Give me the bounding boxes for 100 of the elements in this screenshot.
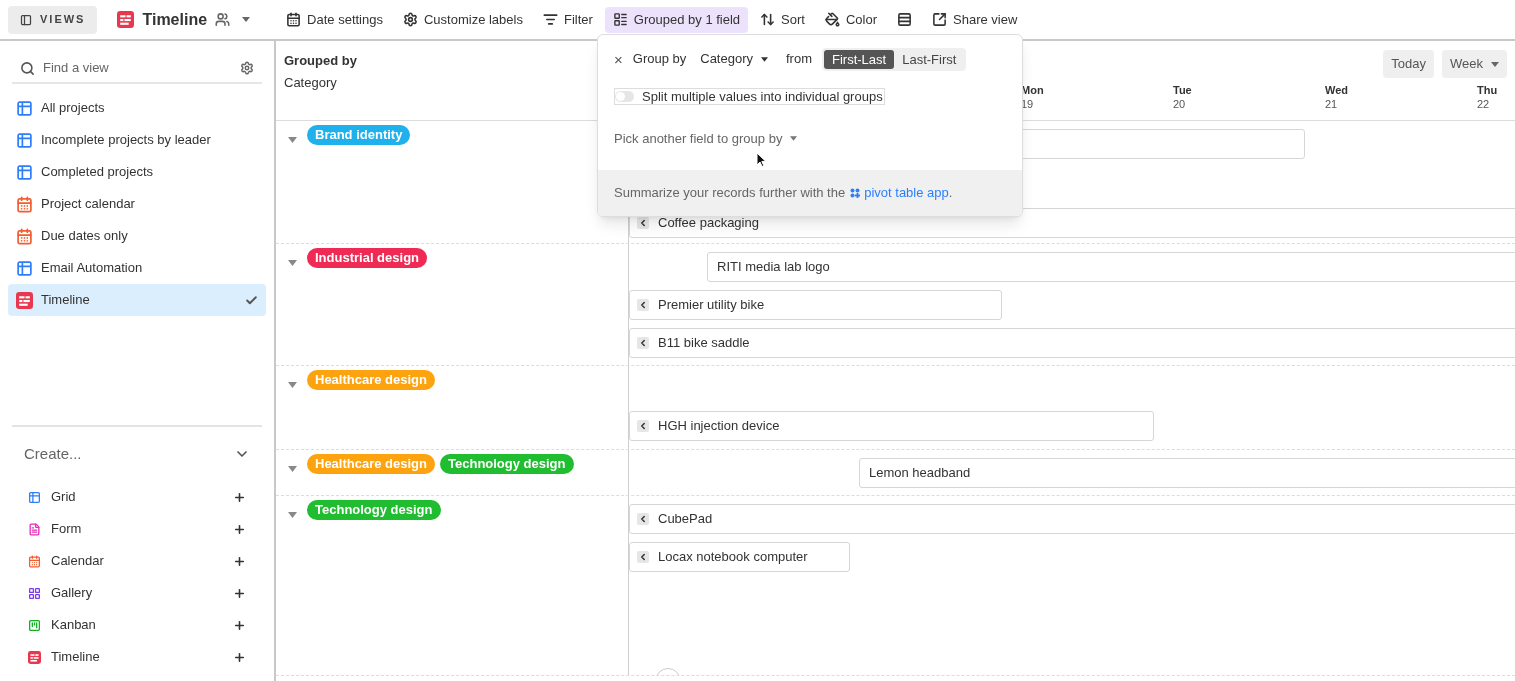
calendar-icon (16, 227, 33, 245)
day-name: Thu (1477, 83, 1498, 97)
field-dropdown[interactable]: Category (696, 49, 772, 69)
create-view-item[interactable]: Form (12, 513, 262, 545)
view-item[interactable]: All projects (8, 92, 266, 124)
order-option[interactable]: Last-First (894, 49, 965, 69)
plus-icon (233, 554, 246, 568)
category-tag: Healthcare design (307, 454, 435, 474)
from-label: from (786, 50, 812, 69)
timeline-icon (16, 291, 33, 309)
grid-icon (28, 490, 41, 504)
record-name: Coffee packaging (658, 214, 759, 233)
caret-icon (242, 17, 251, 22)
record-bar[interactable]: Locax notebook computer (629, 542, 850, 572)
order-option[interactable]: First-Last (824, 49, 895, 69)
toolbar-button[interactable]: Date settings (278, 6, 391, 33)
record-name: RITI media lab logo (716, 258, 830, 277)
close-button[interactable]: × (614, 51, 623, 67)
gallery-icon (28, 586, 41, 600)
view-item[interactable]: Incomplete projects by leader (8, 124, 266, 156)
view-item[interactable]: Timeline (8, 284, 266, 316)
filter-icon (542, 12, 558, 27)
collapse-caret-icon[interactable] (288, 512, 297, 518)
record-name: B11 bike saddle (658, 334, 750, 353)
day-date: 20 (1173, 97, 1186, 111)
gear-icon (402, 12, 418, 27)
toggle-switch[interactable] (615, 91, 634, 102)
collapse-caret-icon[interactable] (288, 260, 297, 266)
create-view-item[interactable]: Kanban (12, 609, 262, 641)
record-name: Locax notebook computer (658, 548, 808, 567)
check-icon (245, 293, 258, 307)
grid-icon (16, 131, 33, 149)
category-tag: Technology design (307, 500, 441, 520)
sort-icon (760, 12, 776, 27)
toolbar-button[interactable]: Filter (534, 6, 601, 33)
toolbar-button[interactable]: Share view (924, 6, 1026, 33)
create-view-item[interactable]: Grid (12, 481, 262, 513)
record-bar[interactable]: B11 bike saddle (629, 328, 1515, 358)
calendar-icon (28, 554, 41, 568)
split-toggle-row[interactable]: Split multiple values into individual groups (614, 88, 885, 105)
timeline-icon (117, 11, 135, 28)
record-bar[interactable]: Lemon headband (859, 458, 1515, 488)
calendar-icon (286, 12, 302, 27)
category-tag: Brand identity (307, 125, 411, 145)
footer-text: Summarize your records further with the (614, 184, 846, 203)
caret-icon (790, 135, 798, 141)
people-icon (215, 12, 231, 27)
form-icon (28, 522, 41, 536)
record-name: Lemon headband (868, 464, 971, 483)
sidebar-icon (20, 13, 32, 26)
row-height-icon (897, 12, 912, 27)
create-view-item[interactable]: Calendar (12, 545, 262, 577)
list-icon (612, 12, 628, 27)
caret-icon (761, 56, 768, 62)
record-name: CubePad (658, 510, 713, 529)
settings-icon (240, 61, 254, 75)
category-tag: Technology design (440, 454, 574, 474)
group-header-title: Grouped by (284, 52, 357, 70)
collapse-caret-icon[interactable] (288, 382, 297, 388)
paint-bucket-icon (824, 12, 840, 27)
plus-icon (233, 490, 246, 504)
record-bar[interactable]: CubePad (629, 504, 1515, 534)
plus-icon (233, 618, 246, 632)
day-date: 22 (1477, 97, 1490, 111)
search-field[interactable]: Find a view (43, 58, 232, 78)
create-menu-toggle[interactable]: Create... (12, 441, 262, 467)
record-name: Premier utility bike (658, 296, 765, 315)
create-view-item[interactable]: Timeline (12, 641, 262, 673)
day-date: 21 (1325, 97, 1338, 111)
pick-field-dropdown[interactable]: Pick another field to group by (614, 128, 798, 148)
grid-icon (16, 259, 33, 277)
record-bar[interactable]: Premier utility bike (629, 290, 1002, 320)
mouse-cursor-icon (756, 152, 766, 167)
plus-icon (233, 650, 246, 664)
today-button[interactable]: Today (1383, 50, 1434, 78)
toolbar-button[interactable]: Sort (752, 6, 813, 33)
day-name: Tue (1173, 83, 1192, 97)
group-by-label: Group by (632, 50, 687, 69)
share-icon (932, 12, 947, 27)
toolbar-button[interactable]: Color (816, 6, 885, 33)
footer-period: . (948, 184, 953, 203)
day-name: Wed (1325, 83, 1349, 97)
grid-icon (16, 163, 33, 181)
toolbar-button[interactable]: Grouped by 1 field (604, 6, 749, 33)
view-item[interactable]: Due dates only (8, 220, 266, 252)
category-tag: Industrial design (307, 248, 427, 268)
record-bar[interactable]: HGH injection device (629, 411, 1154, 441)
view-switcher[interactable]: Timeline (109, 5, 259, 34)
create-view-item[interactable]: Gallery (12, 577, 262, 609)
view-item[interactable]: Completed projects (8, 156, 266, 188)
record-bar[interactable]: RITI media lab logo (707, 252, 1515, 282)
view-item[interactable]: Email Automation (8, 252, 266, 284)
collapse-caret-icon[interactable] (288, 466, 297, 472)
collapse-caret-icon[interactable] (288, 137, 297, 143)
apps-icon (850, 188, 861, 198)
record-name: HGH injection device (658, 417, 780, 436)
view-item[interactable]: Project calendar (8, 188, 266, 220)
views-button[interactable]: VIEWS (8, 5, 98, 34)
toolbar-button[interactable]: Customize labels (394, 6, 531, 33)
range-dropdown[interactable]: Week (1442, 50, 1507, 78)
